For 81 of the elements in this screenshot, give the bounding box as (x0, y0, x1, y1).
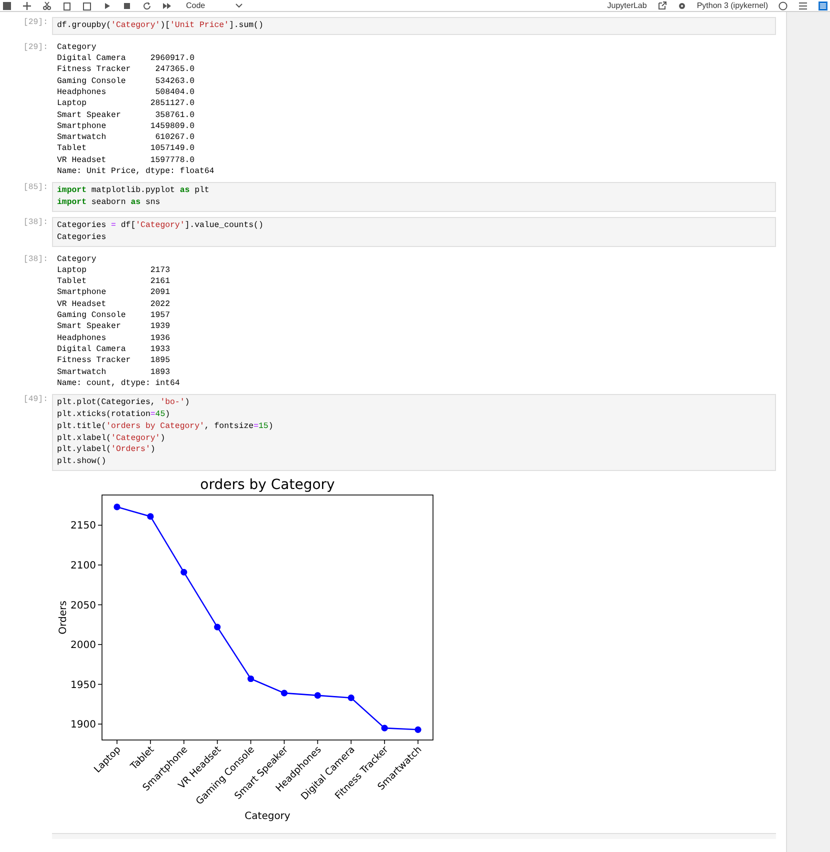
code-line: plt.xticks(rotation=45) (57, 408, 172, 421)
code-cell-input[interactable]: Categories = df['Category'].value_counts() Categories (52, 216, 776, 247)
code-line: plt.title('orders by Category', fontsize=15) (57, 420, 274, 432)
code-cell-input[interactable]: plt.plot(Categories, 'bo-') plt.xticks(rotation=45) plt.title('orders by Category', fontsize=15) plt.xlabel('Category') plt.ylabel('Orders') plt.show() (52, 394, 776, 471)
y-tick-label: 2050 (70, 600, 96, 612)
kernel-name[interactable]: Python 3 (ipykernel) (696, 2, 768, 10)
y-tick-label: 2000 (70, 640, 96, 651)
code-line: Categories = df['Category'].value_counts() (57, 220, 264, 232)
output-line: Headphones 508404.0 (57, 86, 195, 98)
run-icon[interactable] (102, 0, 112, 10)
code-line: plt.plot(Categories, 'bo-') (57, 397, 191, 409)
copy-icon[interactable] (62, 0, 72, 10)
jupyterlab-link[interactable]: JupyterLab (607, 2, 647, 10)
menu-icon[interactable] (798, 0, 808, 10)
output-line: VR Headset 2022 (57, 298, 170, 310)
output-line: Tablet 1057149.0 (57, 143, 195, 155)
output-line: Fitness Tracker 247365.0 (57, 64, 195, 76)
code-cell-input[interactable]: df.groupby('Category')['Unit Price'].sum() (52, 17, 776, 35)
point (180, 568, 188, 576)
output-line: Fitness Tracker 1895 (57, 355, 170, 367)
y-tick-label: 2100 (70, 560, 96, 572)
code-line: plt.xlabel('Category') (57, 432, 166, 444)
property-inspector-icon[interactable] (818, 0, 828, 10)
cut-icon[interactable] (42, 0, 52, 10)
output-line: Digital Camera 1933 (57, 344, 170, 356)
execution-prompt: [85]: (23, 182, 48, 194)
output-line: Smart Speaker 358761.0 (57, 110, 195, 121)
save-icon[interactable] (2, 0, 12, 10)
kernel-status-icon[interactable] (778, 0, 788, 10)
output-line: Name: Unit Price, dtype: float64 (57, 166, 214, 178)
x-axis-label: Category (244, 810, 290, 822)
caret-icon (235, 2, 244, 8)
fast-forward-icon[interactable] (162, 0, 172, 10)
output-line: Smartwatch 1893 (57, 366, 170, 378)
add-icon[interactable] (22, 0, 32, 10)
execution-prompt: [29]: (23, 17, 48, 29)
point (280, 690, 288, 696)
paste-icon[interactable] (82, 0, 92, 10)
output-line: Smart Speaker 1939 (57, 321, 170, 333)
point (147, 513, 154, 520)
stop-icon[interactable] (122, 0, 132, 10)
output-line: Tablet 2161 (57, 276, 170, 288)
output-line: Category (57, 42, 96, 54)
output-line: Category (57, 254, 96, 265)
output-line: Smartwatch 610267.0 (57, 132, 195, 144)
point (247, 675, 254, 682)
output-line: Name: count, dtype: int64 (57, 378, 180, 390)
y-tick-label: 1900 (70, 719, 96, 730)
output-line: Laptop 2851127.0 (57, 98, 195, 110)
point (314, 692, 321, 699)
external-link-icon[interactable] (656, 0, 667, 10)
code-line: import seaborn as sns (57, 197, 162, 209)
code-cell-input[interactable]: import matplotlib.pyplot as plt import seaborn as sns (52, 182, 776, 212)
cell-type-dropdown[interactable]: Code (186, 2, 244, 10)
point (414, 726, 422, 733)
code-line: df.groupby('Category')['Unit Price'].sum() (57, 20, 264, 32)
point (381, 724, 388, 732)
y-axis-label: Orders (58, 600, 69, 634)
output-line: Smartphone 1459809.0 (57, 120, 195, 132)
output-line: Smartphone 2091 (57, 287, 170, 299)
output-line: Gaming Console 534263.0 (57, 76, 195, 87)
chart-title: orders by Category (200, 476, 335, 493)
y-tick-label: 1950 (70, 680, 96, 691)
output-line: Laptop 2173 (57, 264, 170, 276)
output-line: VR Headset 1597778.0 (57, 154, 195, 166)
execution-prompt: [49]: (23, 394, 48, 406)
point (348, 694, 354, 702)
code-line: plt.show() (57, 456, 108, 468)
execution-prompt: [38]: (23, 216, 48, 229)
point (114, 504, 120, 510)
execution-prompt: [29]: (23, 42, 48, 54)
output-line: Headphones 1936 (57, 332, 170, 344)
execution-prompt: [38]: (23, 254, 48, 266)
code-line: import matplotlib.pyplot as plt (57, 185, 210, 198)
point (214, 624, 221, 630)
output-line: Digital Camera 2960917.0 (57, 53, 195, 64)
code-line: plt.ylabel('Orders') (57, 444, 156, 456)
code-line: Categories (57, 232, 108, 244)
y-tick-label: 2150 (70, 520, 96, 532)
restart-icon[interactable] (142, 0, 152, 10)
output-line: Gaming Console 1957 (57, 310, 170, 322)
